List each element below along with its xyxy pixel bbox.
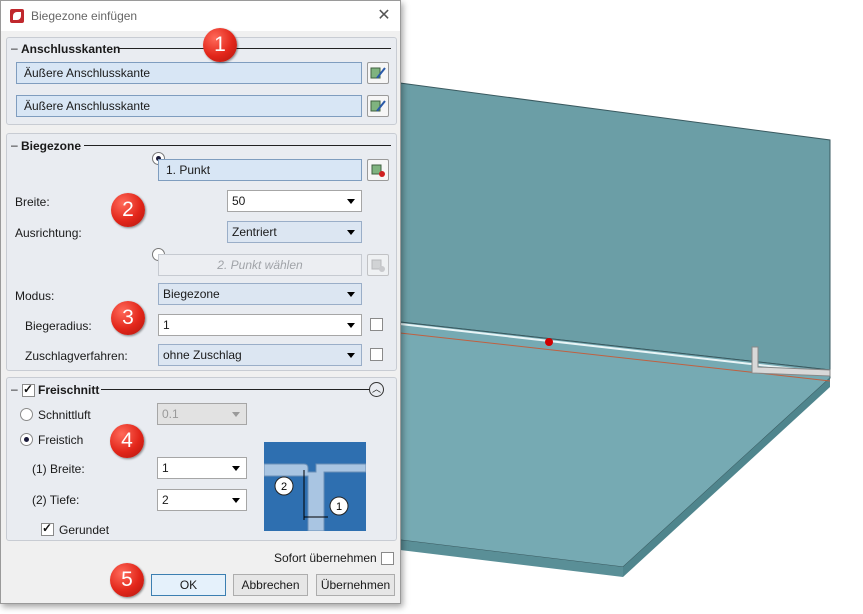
biegeradius-value: 1 xyxy=(163,318,170,332)
section-divider xyxy=(84,145,391,146)
abbrechen-button[interactable]: Abbrechen xyxy=(233,574,308,596)
freistich-radio[interactable] xyxy=(20,433,33,446)
chevron-down-icon xyxy=(347,323,355,328)
app-logo-icon xyxy=(10,9,24,23)
modus-label: Modus: xyxy=(15,289,55,303)
gerundet-checkbox[interactable] xyxy=(41,521,54,536)
chevron-down-icon xyxy=(232,412,240,417)
diagram-marker-2-text: 2 xyxy=(281,481,287,493)
section-divider xyxy=(101,389,369,390)
freistich-tiefe-label: (2) Tiefe: xyxy=(32,493,80,507)
ausrichtung-label: Ausrichtung: xyxy=(15,226,82,240)
pick-edge1-button[interactable] xyxy=(367,62,389,84)
uebernehmen-button[interactable]: Übernehmen xyxy=(316,574,395,596)
schnittluft-value: 0.1 xyxy=(162,407,179,421)
freistich-breite-combo[interactable]: 1 xyxy=(157,457,247,479)
zuschlag-combo[interactable]: ohne Zuschlag xyxy=(158,344,362,366)
diagram-marker-1-text: 1 xyxy=(336,501,342,513)
zuschlag-label: Zuschlagverfahren: xyxy=(25,349,128,363)
callout-badge-4: 4 xyxy=(110,424,144,458)
biegeradius-label: Biegeradius: xyxy=(25,319,92,333)
biegeradius-checkbox[interactable] xyxy=(370,318,383,331)
section-divider xyxy=(119,48,391,49)
ausrichtung-value: Zentriert xyxy=(232,225,277,239)
pick-edge-icon xyxy=(370,67,386,79)
biegeradius-combo[interactable]: 1 xyxy=(158,314,362,336)
freistich-breite-value: 1 xyxy=(162,461,169,475)
close-button[interactable]: ✕ xyxy=(375,7,393,25)
freistich-tiefe-combo[interactable]: 2 xyxy=(157,489,247,511)
freischnitt-checkbox[interactable] xyxy=(22,382,35,397)
biegezone-dialog: Biegezone einfügen ✕ – Anschlusskanten Ä… xyxy=(0,0,401,604)
callout-badge-5: 5 xyxy=(110,563,144,597)
schnittluft-radio[interactable] xyxy=(20,408,33,421)
pick-point1-button[interactable] xyxy=(367,159,389,181)
section-toggle-anschluss[interactable]: – xyxy=(11,41,18,55)
schnittluft-combo: 0.1 xyxy=(157,403,247,425)
chevron-down-icon xyxy=(347,230,355,235)
freistich-breite-label: (1) Breite: xyxy=(32,462,85,476)
section-toggle-freischnitt[interactable]: – xyxy=(11,382,18,396)
edge2-field[interactable]: Äußere Anschlusskante xyxy=(16,95,362,117)
freischnitt-heading: Freischnitt xyxy=(38,383,100,397)
point2-field: 2. Punkt wählen xyxy=(158,254,362,276)
gerundet-label: Gerundet xyxy=(59,523,110,537)
pick-point-icon xyxy=(371,259,385,272)
edge1-field[interactable]: Äußere Anschlusskante xyxy=(16,62,362,84)
ok-button[interactable]: OK xyxy=(151,574,226,596)
chevron-down-icon xyxy=(347,353,355,358)
chevron-down-icon xyxy=(232,466,240,471)
chevron-down-icon xyxy=(347,199,355,204)
zuschlag-checkbox[interactable] xyxy=(370,348,383,361)
chevron-down-icon xyxy=(232,498,240,503)
freistich-label: Freistich xyxy=(38,433,84,447)
freistich-tiefe-value: 2 xyxy=(162,493,169,507)
anschlusskanten-heading: Anschlusskanten xyxy=(21,42,121,56)
freistich-diagram: 2 1 xyxy=(264,442,366,531)
zuschlag-value: ohne Zuschlag xyxy=(163,348,242,362)
point1-field[interactable]: 1. Punkt xyxy=(158,159,362,181)
modus-combo[interactable]: Biegezone xyxy=(158,283,362,305)
collapse-chevron-icon[interactable]: ︿ xyxy=(369,382,384,397)
callout-badge-2: 2 xyxy=(111,193,145,227)
breite-label: Breite: xyxy=(15,195,50,209)
pick-point-icon xyxy=(371,164,385,177)
sofort-label: Sofort übernehmen xyxy=(274,551,377,565)
point-marker[interactable] xyxy=(545,338,553,346)
3d-viewport[interactable] xyxy=(400,0,863,614)
pick-edge-icon xyxy=(370,100,386,112)
modus-value: Biegezone xyxy=(163,287,220,301)
sofort-checkbox[interactable] xyxy=(381,552,394,565)
pick-edge2-button[interactable] xyxy=(367,95,389,117)
ausrichtung-combo[interactable]: Zentriert xyxy=(227,221,362,243)
breite-combo[interactable]: 50 xyxy=(227,190,362,212)
pick-point2-button xyxy=(367,254,389,276)
callout-badge-1: 1 xyxy=(203,28,237,62)
schnittluft-label: Schnittluft xyxy=(38,408,91,422)
breite-value: 50 xyxy=(232,194,246,208)
section-toggle-biegezone[interactable]: – xyxy=(11,138,18,152)
callout-badge-3: 3 xyxy=(111,301,145,335)
dialog-title: Biegezone einfügen xyxy=(31,9,138,23)
chevron-down-icon xyxy=(347,292,355,297)
biegezone-heading: Biegezone xyxy=(21,139,82,153)
